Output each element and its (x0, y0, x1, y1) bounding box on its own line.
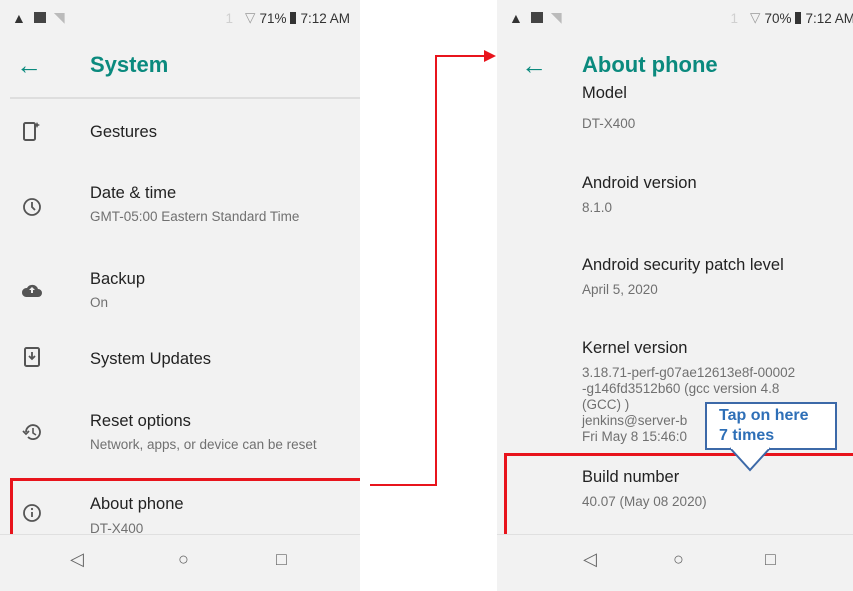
kernel-line: -g146fd3512b60 (gcc version 4.8 (582, 381, 780, 396)
cloud-upload-icon (20, 278, 44, 302)
settings-item-reset-options[interactable]: Reset options Network, apps, or device c… (0, 405, 360, 465)
security-patch-row: Android security patch level April 5, 20… (497, 252, 853, 302)
settings-item-system-updates[interactable]: System Updates (0, 335, 360, 385)
system-update-icon (20, 345, 44, 369)
clock-time: 7:12 AM (805, 10, 853, 26)
settings-item-gestures[interactable]: Gestures (0, 103, 360, 163)
notification-count: 1 (730, 10, 739, 26)
security-patch-label: Android security patch level (582, 256, 784, 274)
kernel-line: 3.18.71-perf-g07ae12613e8f-00002 (582, 365, 796, 380)
navigation-bar: ◁ ○ □ (0, 534, 360, 591)
nav-home-icon[interactable]: ○ (178, 549, 189, 570)
warning-icon: ▲ (12, 9, 26, 26)
kernel-line: jenkins@server-b (582, 413, 688, 428)
battery-percent: 71% (259, 10, 287, 26)
nav-recents-icon[interactable]: □ (765, 549, 776, 570)
settings-item-subtitle: GMT-05:00 Eastern Standard Time (90, 209, 300, 224)
nav-back-icon[interactable]: ◁ (583, 549, 597, 570)
battery-icon (290, 12, 297, 24)
settings-item-date-time[interactable]: Date & time GMT-05:00 Eastern Standard T… (0, 175, 360, 245)
status-bar: ▲ ◥ 1 ▽ 71% 7:12 AM (0, 0, 360, 36)
back-arrow-icon[interactable]: ← (16, 48, 42, 82)
page-title: About phone (582, 52, 718, 77)
settings-item-title: Reset options (90, 412, 191, 430)
model-label: Model (582, 86, 627, 102)
signal-icon: ▽ (245, 10, 256, 25)
model-value: DT-X400 (582, 116, 636, 131)
battery-icon (795, 12, 802, 24)
battery-percent: 70% (764, 10, 792, 26)
clock-icon (20, 195, 44, 219)
settings-item-subtitle: On (90, 295, 109, 310)
wifi-icon: ◥ (53, 9, 65, 25)
signal-icon: ▽ (750, 10, 761, 25)
callout-line-1: Tap on here (719, 407, 809, 424)
settings-item-title: System Updates (90, 350, 212, 368)
navigation-bar: ◁ ○ □ (497, 534, 853, 591)
settings-item-title: Date & time (90, 184, 177, 202)
settings-item-title: Backup (90, 270, 146, 288)
divider (10, 97, 360, 99)
image-icon (530, 12, 543, 23)
settings-item-backup[interactable]: Backup On (0, 258, 360, 328)
nav-recents-icon[interactable]: □ (276, 549, 287, 570)
android-version-value: 8.1.0 (582, 200, 613, 215)
about-phone-screen: ▲ ◥ 1 ▽ 70% 7:12 AM ← About phone Model … (497, 0, 853, 591)
tap-callout: Tap on here 7 times (705, 402, 837, 450)
page-title: System (90, 52, 169, 77)
app-bar: ← System (0, 36, 360, 96)
nav-back-icon[interactable]: ◁ (70, 549, 84, 570)
callout-pointer (729, 447, 771, 472)
connector-arrow (370, 50, 496, 486)
nav-home-icon[interactable]: ○ (673, 549, 684, 570)
android-version-row[interactable]: Android version 8.1.0 (497, 170, 853, 220)
gestures-icon (20, 119, 44, 143)
android-version-label: Android version (582, 174, 697, 192)
wifi-icon: ◥ (550, 9, 562, 25)
kernel-version-label: Kernel version (582, 339, 688, 357)
settings-item-subtitle: Network, apps, or device can be reset (90, 437, 317, 452)
build-number-highlight (504, 453, 853, 545)
security-patch-value: April 5, 2020 (582, 282, 658, 297)
image-icon (33, 12, 46, 23)
kernel-line: (GCC) ) (582, 397, 630, 412)
callout-line-2: 7 times (719, 427, 775, 444)
back-arrow-icon[interactable]: ← (521, 48, 547, 82)
settings-item-title: Gestures (90, 123, 157, 141)
kernel-line: Fri May 8 15:46:0 (582, 429, 688, 444)
notification-count: 1 (225, 10, 234, 26)
status-bar: ▲ ◥ 1 ▽ 70% 7:12 AM (497, 0, 853, 36)
system-settings-screen: ▲ ◥ 1 ▽ 71% 7:12 AM ← System Gestures Da… (0, 0, 360, 591)
warning-icon: ▲ (509, 9, 523, 26)
model-row: Model DT-X400 (497, 86, 853, 136)
restore-icon (20, 420, 44, 444)
clock-time: 7:12 AM (300, 10, 350, 26)
